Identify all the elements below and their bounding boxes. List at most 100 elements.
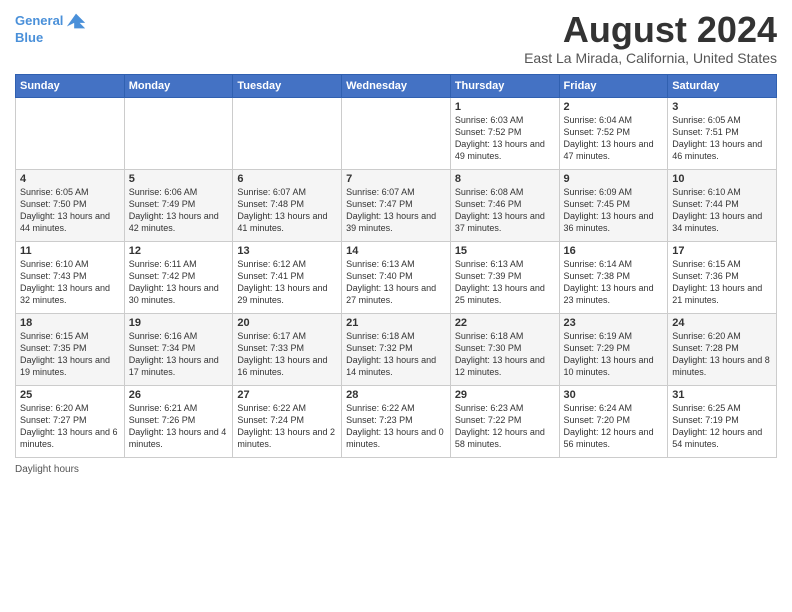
day-number: 8 [455,173,555,185]
calendar-cell: 28Sunrise: 6:22 AM Sunset: 7:23 PM Dayli… [342,385,451,457]
day-number: 29 [455,389,555,401]
col-saturday: Saturday [668,74,777,97]
calendar-week-4: 18Sunrise: 6:15 AM Sunset: 7:35 PM Dayli… [16,313,777,385]
calendar-week-3: 11Sunrise: 6:10 AM Sunset: 7:43 PM Dayli… [16,241,777,313]
day-info: Sunrise: 6:14 AM Sunset: 7:38 PM Dayligh… [564,258,664,307]
col-friday: Friday [559,74,668,97]
day-info: Sunrise: 6:09 AM Sunset: 7:45 PM Dayligh… [564,186,664,235]
calendar-cell: 31Sunrise: 6:25 AM Sunset: 7:19 PM Dayli… [668,385,777,457]
day-info: Sunrise: 6:07 AM Sunset: 7:48 PM Dayligh… [237,186,337,235]
day-info: Sunrise: 6:18 AM Sunset: 7:30 PM Dayligh… [455,330,555,379]
col-monday: Monday [124,74,233,97]
header: General Blue August 2024 East La Mirada,… [15,10,777,66]
main-title: August 2024 [524,10,777,50]
logo-icon [65,10,87,32]
day-number: 13 [237,245,337,257]
day-info: Sunrise: 6:16 AM Sunset: 7:34 PM Dayligh… [129,330,229,379]
logo-text: General [15,13,63,29]
day-info: Sunrise: 6:11 AM Sunset: 7:42 PM Dayligh… [129,258,229,307]
day-number: 26 [129,389,229,401]
calendar-cell: 29Sunrise: 6:23 AM Sunset: 7:22 PM Dayli… [450,385,559,457]
day-number: 12 [129,245,229,257]
day-number: 31 [672,389,772,401]
calendar-cell: 6Sunrise: 6:07 AM Sunset: 7:48 PM Daylig… [233,169,342,241]
calendar-cell [16,97,125,169]
page: General Blue August 2024 East La Mirada,… [0,0,792,612]
day-number: 3 [672,101,772,113]
day-number: 5 [129,173,229,185]
subtitle: East La Mirada, California, United State… [524,50,777,66]
title-area: August 2024 East La Mirada, California, … [524,10,777,66]
day-number: 11 [20,245,120,257]
col-sunday: Sunday [16,74,125,97]
day-info: Sunrise: 6:24 AM Sunset: 7:20 PM Dayligh… [564,402,664,451]
logo-blue-text: Blue [15,30,43,46]
day-info: Sunrise: 6:19 AM Sunset: 7:29 PM Dayligh… [564,330,664,379]
day-number: 9 [564,173,664,185]
calendar-cell [342,97,451,169]
calendar-cell: 8Sunrise: 6:08 AM Sunset: 7:46 PM Daylig… [450,169,559,241]
day-info: Sunrise: 6:23 AM Sunset: 7:22 PM Dayligh… [455,402,555,451]
day-number: 1 [455,101,555,113]
day-number: 30 [564,389,664,401]
calendar-cell: 9Sunrise: 6:09 AM Sunset: 7:45 PM Daylig… [559,169,668,241]
day-info: Sunrise: 6:15 AM Sunset: 7:35 PM Dayligh… [20,330,120,379]
calendar-cell: 20Sunrise: 6:17 AM Sunset: 7:33 PM Dayli… [233,313,342,385]
calendar-body: 1Sunrise: 6:03 AM Sunset: 7:52 PM Daylig… [16,97,777,457]
calendar-cell: 5Sunrise: 6:06 AM Sunset: 7:49 PM Daylig… [124,169,233,241]
day-number: 10 [672,173,772,185]
day-info: Sunrise: 6:18 AM Sunset: 7:32 PM Dayligh… [346,330,446,379]
day-number: 7 [346,173,446,185]
day-number: 16 [564,245,664,257]
day-info: Sunrise: 6:12 AM Sunset: 7:41 PM Dayligh… [237,258,337,307]
col-tuesday: Tuesday [233,74,342,97]
day-info: Sunrise: 6:13 AM Sunset: 7:40 PM Dayligh… [346,258,446,307]
day-info: Sunrise: 6:05 AM Sunset: 7:50 PM Dayligh… [20,186,120,235]
logo: General Blue [15,10,87,46]
calendar-cell [124,97,233,169]
day-number: 21 [346,317,446,329]
day-number: 19 [129,317,229,329]
calendar-cell: 18Sunrise: 6:15 AM Sunset: 7:35 PM Dayli… [16,313,125,385]
calendar-cell: 13Sunrise: 6:12 AM Sunset: 7:41 PM Dayli… [233,241,342,313]
day-number: 6 [237,173,337,185]
calendar-cell [233,97,342,169]
day-number: 20 [237,317,337,329]
day-info: Sunrise: 6:03 AM Sunset: 7:52 PM Dayligh… [455,114,555,163]
calendar-cell: 10Sunrise: 6:10 AM Sunset: 7:44 PM Dayli… [668,169,777,241]
calendar-cell: 27Sunrise: 6:22 AM Sunset: 7:24 PM Dayli… [233,385,342,457]
day-info: Sunrise: 6:20 AM Sunset: 7:28 PM Dayligh… [672,330,772,379]
day-number: 25 [20,389,120,401]
calendar-week-1: 1Sunrise: 6:03 AM Sunset: 7:52 PM Daylig… [16,97,777,169]
day-info: Sunrise: 6:10 AM Sunset: 7:44 PM Dayligh… [672,186,772,235]
calendar-cell: 19Sunrise: 6:16 AM Sunset: 7:34 PM Dayli… [124,313,233,385]
col-thursday: Thursday [450,74,559,97]
day-info: Sunrise: 6:08 AM Sunset: 7:46 PM Dayligh… [455,186,555,235]
calendar-cell: 4Sunrise: 6:05 AM Sunset: 7:50 PM Daylig… [16,169,125,241]
day-info: Sunrise: 6:05 AM Sunset: 7:51 PM Dayligh… [672,114,772,163]
day-number: 4 [20,173,120,185]
calendar-cell: 23Sunrise: 6:19 AM Sunset: 7:29 PM Dayli… [559,313,668,385]
header-row: Sunday Monday Tuesday Wednesday Thursday… [16,74,777,97]
calendar-cell: 21Sunrise: 6:18 AM Sunset: 7:32 PM Dayli… [342,313,451,385]
calendar-cell: 25Sunrise: 6:20 AM Sunset: 7:27 PM Dayli… [16,385,125,457]
day-number: 15 [455,245,555,257]
calendar-cell: 2Sunrise: 6:04 AM Sunset: 7:52 PM Daylig… [559,97,668,169]
daylight-label: Daylight hours [15,464,79,475]
day-info: Sunrise: 6:13 AM Sunset: 7:39 PM Dayligh… [455,258,555,307]
calendar-cell: 15Sunrise: 6:13 AM Sunset: 7:39 PM Dayli… [450,241,559,313]
calendar-cell: 26Sunrise: 6:21 AM Sunset: 7:26 PM Dayli… [124,385,233,457]
calendar-cell: 11Sunrise: 6:10 AM Sunset: 7:43 PM Dayli… [16,241,125,313]
calendar-cell: 16Sunrise: 6:14 AM Sunset: 7:38 PM Dayli… [559,241,668,313]
calendar-cell: 1Sunrise: 6:03 AM Sunset: 7:52 PM Daylig… [450,97,559,169]
day-info: Sunrise: 6:22 AM Sunset: 7:23 PM Dayligh… [346,402,446,451]
calendar-cell: 7Sunrise: 6:07 AM Sunset: 7:47 PM Daylig… [342,169,451,241]
calendar-cell: 24Sunrise: 6:20 AM Sunset: 7:28 PM Dayli… [668,313,777,385]
day-number: 24 [672,317,772,329]
calendar-cell: 22Sunrise: 6:18 AM Sunset: 7:30 PM Dayli… [450,313,559,385]
day-info: Sunrise: 6:17 AM Sunset: 7:33 PM Dayligh… [237,330,337,379]
day-info: Sunrise: 6:20 AM Sunset: 7:27 PM Dayligh… [20,402,120,451]
day-info: Sunrise: 6:21 AM Sunset: 7:26 PM Dayligh… [129,402,229,451]
calendar-cell: 17Sunrise: 6:15 AM Sunset: 7:36 PM Dayli… [668,241,777,313]
calendar-header: Sunday Monday Tuesday Wednesday Thursday… [16,74,777,97]
